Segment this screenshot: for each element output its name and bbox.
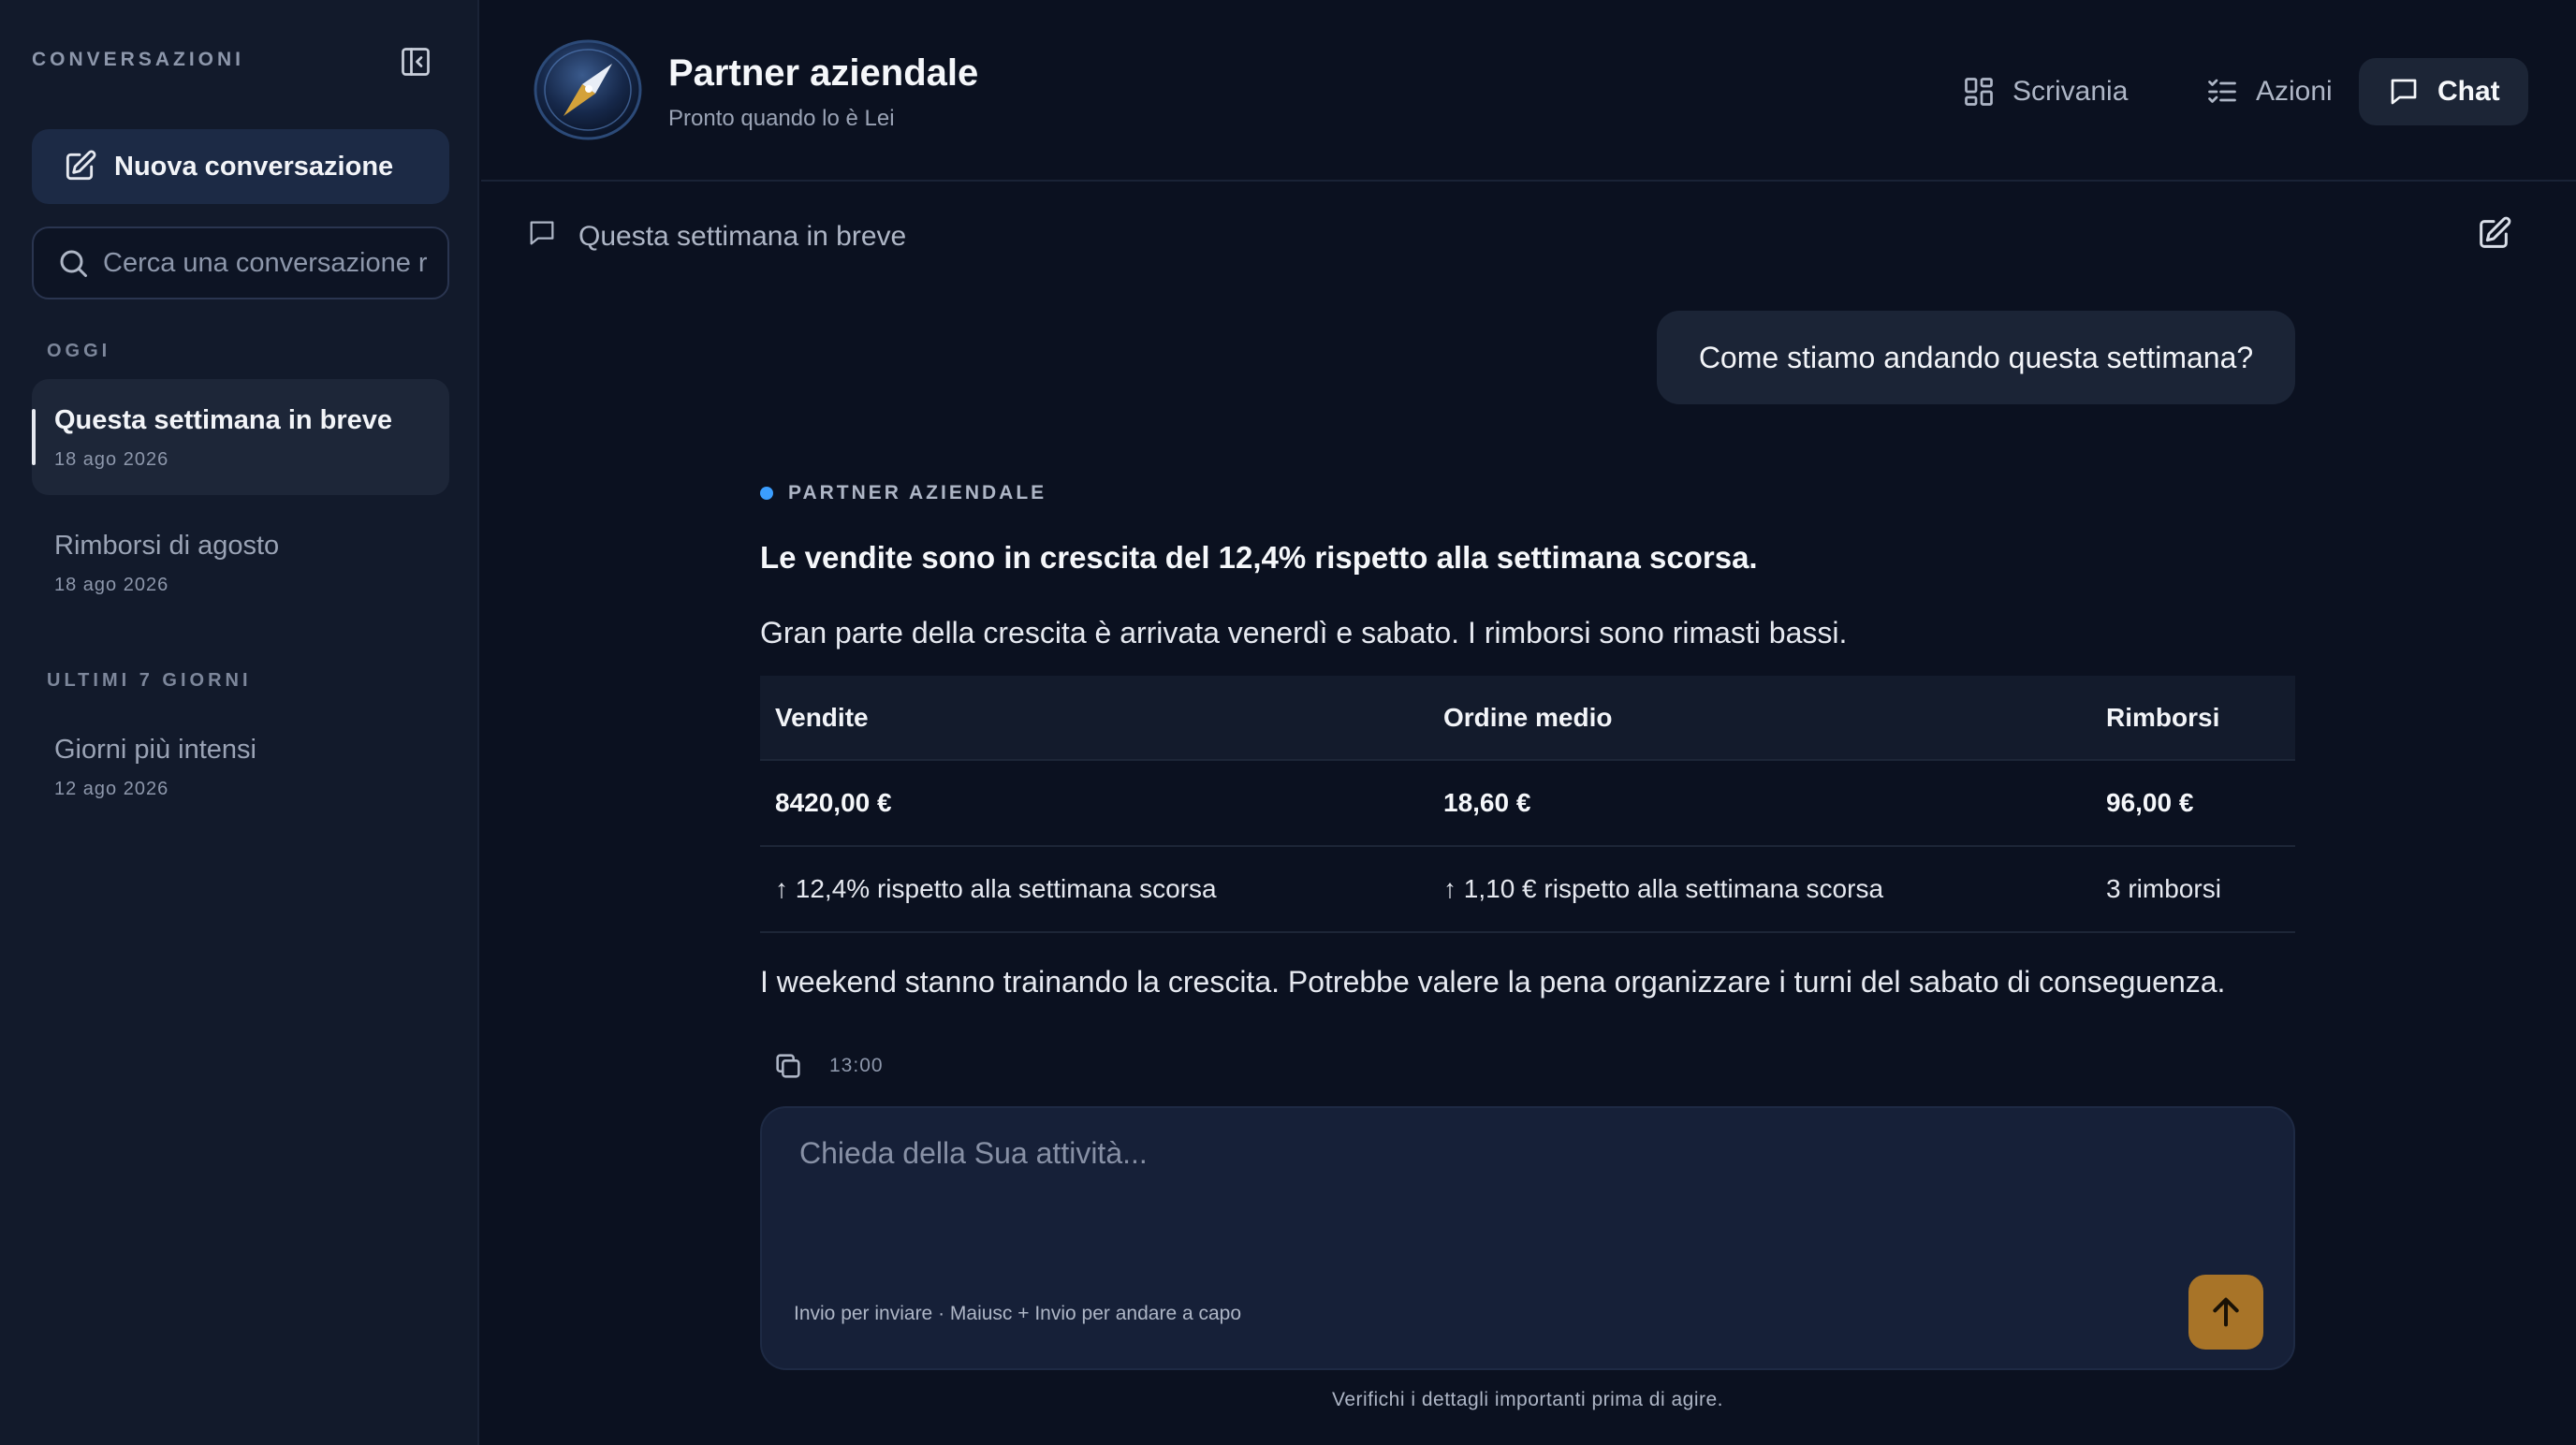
conversation-search[interactable] <box>32 226 449 299</box>
nav-actions-label: Azioni <box>2256 76 2333 107</box>
top-bar: Partner aziendale Pronto quando lo è Lei… <box>481 0 2576 182</box>
sidebar-header: CONVERSAZIONI <box>32 49 245 70</box>
nav-chat-label: Chat <box>2437 76 2500 107</box>
table-row: ↑ 12,4% rispetto alla settimana scorsa ↑… <box>760 845 2295 933</box>
checklist-icon <box>2208 79 2236 103</box>
sidebar: CONVERSAZIONI Nuova conversazione OGGI Q… <box>0 0 479 1445</box>
nav-chat-button[interactable]: Chat <box>2359 58 2528 125</box>
new-conversation-button[interactable]: Nuova conversazione <box>32 129 449 204</box>
app-title: Partner aziendale <box>668 52 979 94</box>
nav-desk-button[interactable]: Scrivania <box>1934 58 2156 125</box>
message-icon <box>530 221 554 245</box>
section-label-today: OGGI <box>47 341 111 361</box>
conversation-item-busiest-days[interactable]: Giorni più intensi 12 ago 2026 <box>32 708 449 825</box>
table-cell: 8420,00 € <box>760 759 1428 846</box>
chat-bubble-icon <box>2391 79 2417 105</box>
copy-button[interactable] <box>769 1047 807 1085</box>
app-subtitle: Pronto quando lo è Lei <box>668 106 895 131</box>
send-button[interactable] <box>2188 1275 2263 1350</box>
edit-icon <box>2480 216 2511 248</box>
conversation-item-august-refunds[interactable]: Rimborsi di agosto 18 ago 2026 <box>32 504 449 620</box>
conversation-title: Questa settimana in breve <box>578 221 907 252</box>
assistant-name: PARTNER AZIENDALE <box>760 468 2295 518</box>
compose-icon <box>66 150 96 181</box>
nav-actions-button[interactable]: Azioni <box>2177 58 2361 125</box>
table-header: Vendite <box>760 676 1428 760</box>
conversation-title-bar: Questa settimana in breve <box>481 183 2576 288</box>
table-cell: 18,60 € <box>1428 759 2091 846</box>
search-input[interactable] <box>103 247 427 279</box>
table-header: Ordine medio <box>1428 676 2091 760</box>
copy-icon <box>776 1054 800 1078</box>
message-input[interactable] <box>799 1136 2241 1248</box>
table-cell: ↑ 12,4% rispetto alla settimana scorsa <box>760 845 1428 933</box>
assistant-closing: I weekend stanno trainando la crescita. … <box>760 965 2226 999</box>
conversation-title: Questa settimana in breve <box>54 405 393 435</box>
table-header-row: Vendite Ordine medio Rimborsi <box>760 676 2295 760</box>
table-header: Rimborsi <box>2091 676 2295 760</box>
new-conversation-label: Nuova conversazione <box>114 151 394 182</box>
assistant-headline: Le vendite sono in crescita del 12,4% ri… <box>760 540 1758 575</box>
conversation-item-week-summary[interactable]: Questa settimana in breve 18 ago 2026 <box>32 379 449 495</box>
section-label-last-7-days: ULTIMI 7 GIORNI <box>47 670 252 691</box>
conversation-date: 18 ago 2026 <box>54 449 169 470</box>
user-message: Come stiamo andando questa settimana? <box>1657 311 2295 404</box>
metrics-table: Vendite Ordine medio Rimborsi 8420,00 € … <box>760 676 2295 933</box>
grid-icon <box>1965 78 1993 106</box>
conversation-title: Rimborsi di agosto <box>54 531 280 561</box>
message-composer: Invio per inviare · Maiusc + Invio per a… <box>760 1106 2295 1370</box>
nav-desk-label: Scrivania <box>2012 76 2129 107</box>
assistant-name-label: PARTNER AZIENDALE <box>788 482 1047 504</box>
collapse-sidebar-button[interactable] <box>397 43 434 80</box>
table-row: 8420,00 € 18,60 € 96,00 € <box>760 759 2295 846</box>
sidebar-collapse-icon <box>402 48 430 76</box>
composer-hint: Invio per inviare · Maiusc + Invio per a… <box>794 1303 1242 1324</box>
assistant-message: PARTNER AZIENDALE Le vendite sono in cre… <box>760 468 2295 1085</box>
edit-conversation-button[interactable] <box>2475 215 2512 257</box>
table-cell: 3 rimborsi <box>2091 845 2295 933</box>
compass-logo-icon <box>530 36 646 144</box>
conversation-date: 18 ago 2026 <box>54 575 169 595</box>
table-cell: 96,00 € <box>2091 759 2295 846</box>
disclaimer: Verifichi i dettagli importanti prima di… <box>1331 1389 1723 1410</box>
arrow-up-icon <box>2213 1297 2239 1327</box>
message-timestamp: 13:00 <box>829 1055 884 1076</box>
conversation-date: 12 ago 2026 <box>54 779 169 799</box>
assistant-status-dot <box>760 487 773 500</box>
table-cell: ↑ 1,10 € rispetto alla settimana scorsa <box>1428 845 2091 933</box>
message-meta: 13:00 <box>760 1047 2295 1085</box>
conversation-title: Giorni più intensi <box>54 735 256 765</box>
search-icon <box>60 250 87 277</box>
assistant-paragraph: Gran parte della crescita è arrivata ven… <box>760 616 1848 650</box>
